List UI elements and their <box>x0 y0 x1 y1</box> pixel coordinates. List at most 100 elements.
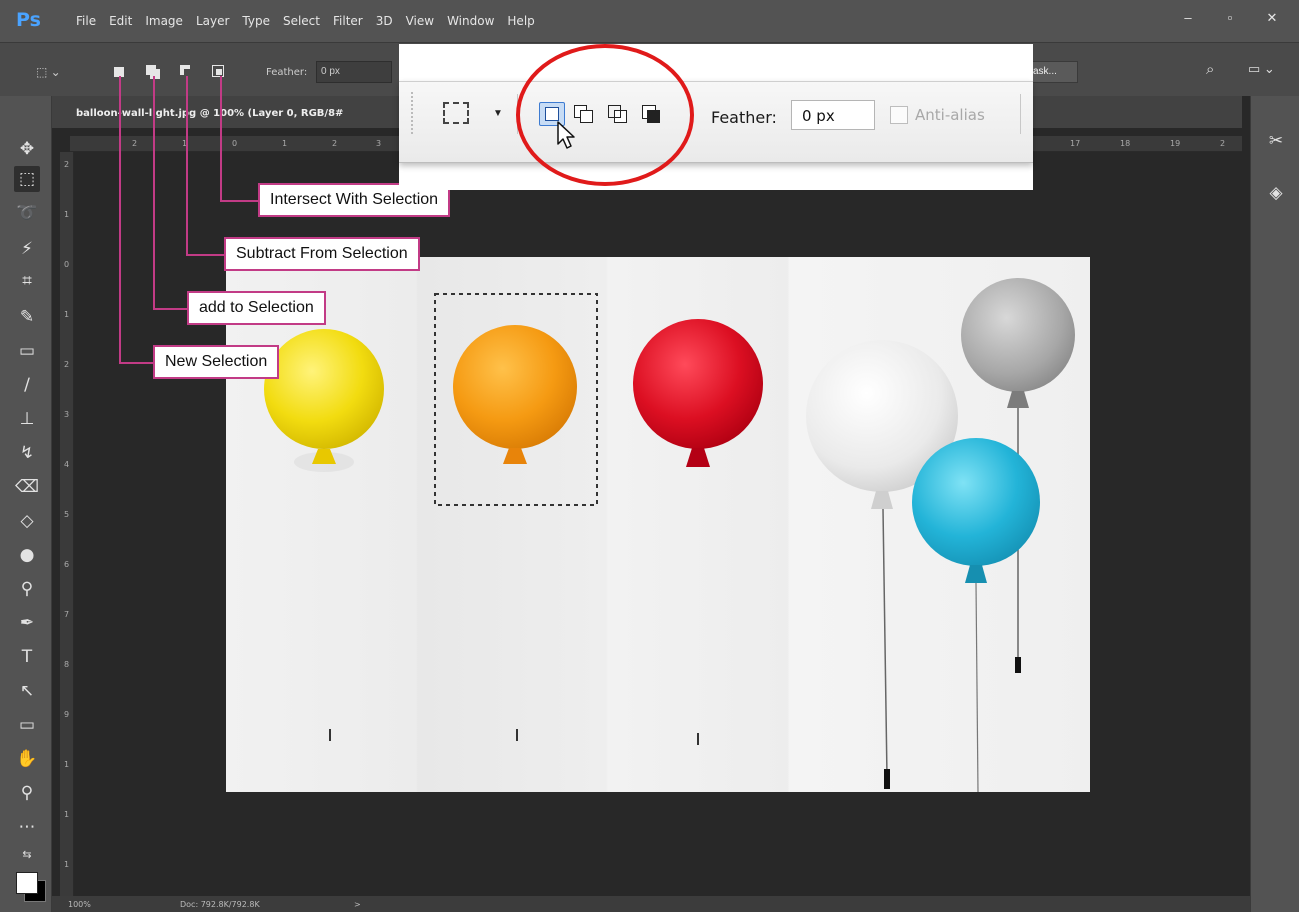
marquee-preset-icon[interactable]: ⬚ ⌄ <box>36 65 64 81</box>
eyedropper-icon[interactable]: ✎ <box>14 304 40 330</box>
eraser-icon[interactable]: ⌫ <box>14 474 40 500</box>
menu-type[interactable]: Type <box>242 14 270 28</box>
mouse-cursor-icon <box>557 121 575 149</box>
marquee-tool-preset-icon[interactable] <box>443 102 469 124</box>
paint-bucket-icon[interactable]: ◇ <box>14 508 40 534</box>
chevron-down-icon[interactable]: ▼ <box>493 108 503 119</box>
connector-line <box>119 76 121 364</box>
zoom-tool-icon[interactable]: ⚲ <box>14 780 40 806</box>
ruler-number: 3 <box>64 410 70 419</box>
foreground-color-swatch[interactable] <box>16 872 38 894</box>
menu-items: File Edit Image Layer Type Select Filter… <box>76 14 535 28</box>
ruler-number: 6 <box>64 560 70 569</box>
healing-brush-icon[interactable]: ▭ <box>14 338 40 364</box>
rectangle-tool-icon[interactable]: ▭ <box>14 712 40 738</box>
balloon-illustration <box>264 278 1075 792</box>
status-bar: 100% Doc: 792.8K/792.8K > <box>52 896 1250 912</box>
ruler-number: 2 <box>132 139 138 148</box>
pen-tool-icon[interactable]: ✒ <box>14 610 40 636</box>
menu-select[interactable]: Select <box>283 14 320 28</box>
balloon-photo[interactable] <box>226 257 1090 792</box>
new-selection-callout: New Selection <box>153 345 280 379</box>
document-title: balloon-wall-light.jpg @ 100% (Layer 0, … <box>76 108 344 119</box>
zoom-level[interactable]: 100% <box>68 900 91 909</box>
marquee-tool-icon[interactable]: ⬚ <box>14 166 40 192</box>
workspace-icon[interactable]: ▭ ⌄ <box>1248 61 1288 81</box>
select-and-mask-button[interactable]: ask... <box>1026 61 1078 83</box>
close-button[interactable]: ✕ <box>1261 8 1283 28</box>
window-controls: – ▫ ✕ <box>1177 8 1283 28</box>
ruler-number: 18 <box>1120 139 1131 148</box>
feather-label: Feather: <box>266 67 308 78</box>
menu-layer[interactable]: Layer <box>196 14 229 28</box>
zoomed-options-callout: ▼ Feather: 0 px Anti-alias <box>399 44 1033 190</box>
menu-file[interactable]: File <box>76 14 96 28</box>
status-arrow[interactable]: > <box>354 900 361 909</box>
menu-filter[interactable]: Filter <box>333 14 363 28</box>
path-selection-icon[interactable]: ↖ <box>14 678 40 704</box>
ruler-number: 19 <box>1170 139 1181 148</box>
ruler-number: 1 <box>64 310 70 319</box>
subtract-from-selection-callout: Subtract From Selection <box>224 237 420 271</box>
ruler-number: 1 <box>64 760 70 769</box>
feather-label-zoomed: Feather: <box>711 108 777 127</box>
ruler-number: 1 <box>64 210 70 219</box>
connector-line <box>153 76 155 310</box>
menu-help[interactable]: Help <box>507 14 534 28</box>
ruler-number: 5 <box>64 510 70 519</box>
anti-alias-checkbox[interactable] <box>890 106 908 124</box>
swap-colors-icon[interactable]: ⇆ <box>14 842 40 868</box>
crop-tool-icon[interactable]: ⌗ <box>14 268 40 294</box>
lasso-tool-icon[interactable]: ➰ <box>14 200 40 226</box>
ruler-number: 0 <box>64 260 70 269</box>
ruler-number: 1 <box>64 860 70 869</box>
connector-line <box>153 308 189 310</box>
feather-input-zoomed[interactable]: 0 px <box>791 100 875 130</box>
toolbox: ✥ ⬚ ➰ ⚡ ⌗ ✎ ▭ ∕ ⊥ ↯ ⌫ ◇ ● ⚲ ✒ T ↖ ▭ ✋ ⚲ … <box>0 96 52 912</box>
menu-edit[interactable]: Edit <box>109 14 132 28</box>
right-panel-dock: ✂ ◈ <box>1250 96 1299 912</box>
ruler-number: 17 <box>1070 139 1081 148</box>
hand-tool-icon[interactable]: ✋ <box>14 746 40 772</box>
more-tools-icon[interactable]: ⋯ <box>14 814 40 840</box>
ruler-number: 4 <box>64 460 70 469</box>
menu-window[interactable]: Window <box>447 14 494 28</box>
ruler-number: 2 <box>332 139 338 148</box>
ruler-number: 1 <box>64 810 70 819</box>
clone-stamp-icon[interactable]: ⊥ <box>14 406 40 432</box>
ruler-left[interactable]: 2 1 0 1 2 3 4 5 6 7 8 9 1 1 1 <box>60 152 74 896</box>
blur-tool-icon[interactable]: ● <box>14 542 40 568</box>
ruler-number: 2 <box>1220 139 1226 148</box>
menu-view[interactable]: View <box>406 14 434 28</box>
dodge-tool-icon[interactable]: ⚲ <box>14 576 40 602</box>
feather-input[interactable]: 0 px <box>316 61 392 83</box>
connector-line <box>186 76 188 256</box>
menu-bar: Ps File Edit Image Layer Type Select Fil… <box>0 0 1299 42</box>
ruler-number: 7 <box>64 610 70 619</box>
magic-wand-icon[interactable]: ⚡ <box>14 236 40 262</box>
intersect-with-selection-button[interactable] <box>212 65 226 79</box>
history-brush-icon[interactable]: ↯ <box>14 440 40 466</box>
type-tool-icon[interactable]: T <box>14 644 40 670</box>
minimize-button[interactable]: – <box>1177 8 1199 28</box>
ruler-number: 3 <box>376 139 382 148</box>
menu-3d[interactable]: 3D <box>376 14 393 28</box>
ruler-number: 8 <box>64 660 70 669</box>
add-to-selection-callout: add to Selection <box>187 291 326 325</box>
layers-icon[interactable]: ◈ <box>1265 182 1287 204</box>
anti-alias-label: Anti-alias <box>915 106 985 124</box>
ruler-number: 2 <box>64 160 70 169</box>
search-icon[interactable]: ⌕ <box>1206 61 1226 81</box>
move-tool-icon[interactable]: ✥ <box>14 136 40 162</box>
ruler-number: 1 <box>282 139 288 148</box>
connector-line <box>119 362 155 364</box>
menu-image[interactable]: Image <box>145 14 183 28</box>
connector-line <box>220 200 260 202</box>
maximize-button[interactable]: ▫ <box>1219 8 1241 28</box>
highlight-circle <box>516 44 694 186</box>
tools-icon[interactable]: ✂ <box>1265 130 1287 152</box>
connector-line <box>220 76 222 202</box>
photoshop-logo: Ps <box>16 9 41 31</box>
brush-tool-icon[interactable]: ∕ <box>14 372 40 398</box>
doc-size: Doc: 792.8K/792.8K <box>180 900 260 909</box>
